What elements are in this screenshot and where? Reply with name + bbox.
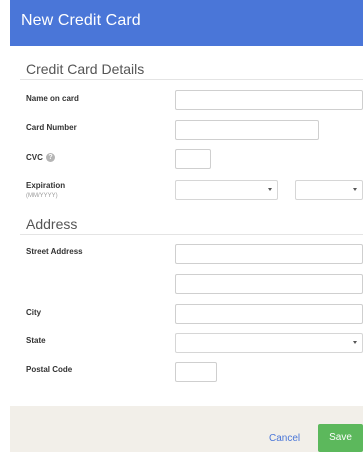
street-address-line2-input[interactable] (175, 274, 363, 294)
city-label: City (26, 308, 42, 317)
dialog-header: New Credit Card (10, 0, 363, 46)
chevron-down-icon (353, 188, 357, 191)
state-label: State (26, 336, 46, 345)
state-select[interactable] (175, 333, 363, 353)
name-on-card-input[interactable] (175, 90, 363, 110)
expiration-label: Expiration (26, 181, 66, 190)
cancel-button[interactable]: Cancel (269, 433, 300, 444)
expiration-format-hint: (MM/YYYY) (26, 193, 58, 199)
dialog-title: New Credit Card (21, 12, 141, 29)
help-circle-icon[interactable]: ? (46, 153, 55, 162)
expiration-month-select[interactable] (175, 180, 278, 200)
address-heading: Address (26, 216, 78, 232)
postal-code-input[interactable] (175, 362, 217, 382)
save-button[interactable]: Save (318, 424, 363, 452)
section-divider (20, 234, 363, 235)
section-divider (20, 79, 363, 80)
card-number-label: Card Number (26, 123, 77, 132)
chevron-down-icon (268, 188, 272, 191)
new-credit-card-dialog: New Credit Card Credit Card Details Name… (0, 0, 363, 452)
street-address-line1-input[interactable] (175, 244, 363, 264)
cvc-label: CVC (26, 153, 43, 162)
card-number-input[interactable] (175, 120, 319, 140)
dialog-footer (10, 406, 363, 452)
credit-card-details-heading: Credit Card Details (26, 61, 145, 77)
city-input[interactable] (175, 304, 363, 324)
street-address-label: Street Address (26, 247, 83, 256)
chevron-down-icon (353, 341, 357, 344)
expiration-year-select[interactable] (295, 180, 363, 200)
name-on-card-label: Name on card (26, 94, 79, 103)
postal-code-label: Postal Code (26, 365, 73, 374)
cvc-input[interactable] (175, 149, 211, 169)
